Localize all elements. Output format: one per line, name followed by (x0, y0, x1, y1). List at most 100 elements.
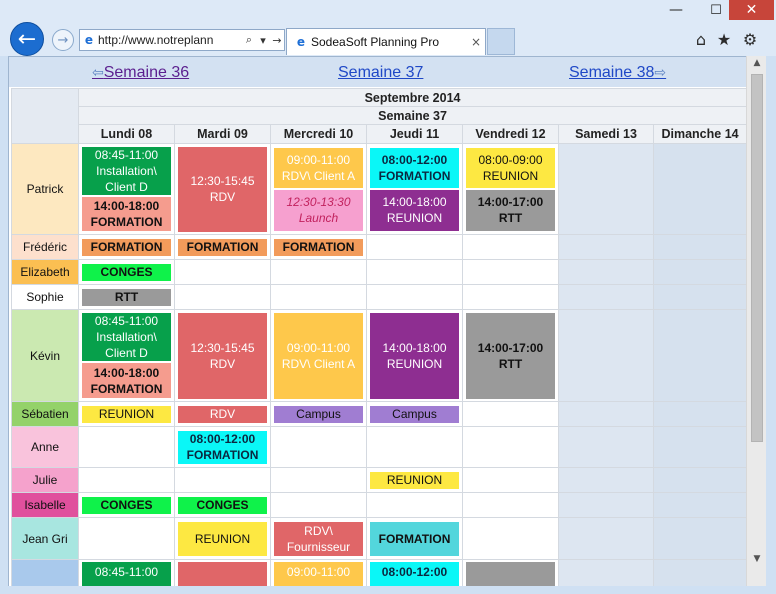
weekend-cell[interactable] (558, 234, 654, 260)
day-cell[interactable]: 08:45-11:00 Installation\ Client D 14:00-1… (78, 309, 175, 402)
event-block[interactable]: 08:45-11:00 Installation\ Client D (82, 147, 171, 195)
event-block[interactable]: 08:00-12:00 FORMATION (178, 430, 267, 464)
day-cell[interactable]: REUNION (78, 401, 175, 427)
day-cell[interactable]: RTT (78, 284, 175, 310)
close-window-button[interactable]: ✕ (729, 0, 774, 20)
event-block[interactable]: RDV (178, 405, 267, 423)
refresh-icon[interactable]: → (270, 34, 284, 47)
day-cell[interactable]: 09:00-11:00 (270, 559, 367, 586)
event-block[interactable]: FORMATION (82, 238, 171, 256)
weekend-cell[interactable] (652, 284, 746, 310)
day-cell[interactable]: 12:30-15:45 RDV (174, 309, 271, 402)
address-bar[interactable]: e http://www.notreplann ⌕ ▾ → (79, 29, 285, 51)
event-block[interactable]: 08:45-11:00 (82, 562, 171, 586)
day-cell[interactable] (78, 426, 175, 468)
event-block[interactable]: 12:30-13:30 Launch (274, 189, 363, 231)
weekend-cell[interactable] (652, 559, 746, 586)
event-block[interactable]: FORMATION (178, 238, 267, 256)
event-block[interactable]: Campus (370, 405, 459, 423)
weekend-cell[interactable] (652, 517, 746, 560)
event-block[interactable]: 14:00-17:00 RTT (466, 312, 555, 399)
event-block[interactable]: RDV\ Fournisseur (274, 521, 363, 556)
day-cell[interactable]: 14:00-17:00 RTT (462, 309, 559, 402)
event-block[interactable]: REUNION (178, 521, 267, 556)
prev-week-link[interactable]: ⇦Semaine 36 (92, 64, 189, 82)
event-block[interactable]: 08:00-12:00 (370, 562, 459, 586)
next-week-link[interactable]: Semaine 38⇨ (569, 64, 666, 82)
day-cell[interactable]: 12:30-15:45 RDV (174, 143, 271, 235)
day-cell[interactable] (78, 517, 175, 560)
day-cell[interactable] (366, 426, 463, 468)
day-cell[interactable] (462, 401, 559, 427)
day-cell[interactable]: CONGES (174, 492, 271, 518)
weekend-cell[interactable] (652, 401, 746, 427)
day-cell[interactable]: Campus (366, 401, 463, 427)
event-block[interactable]: 08:00-09:00 REUNION (466, 147, 555, 188)
weekend-cell[interactable] (558, 309, 654, 402)
browser-tab[interactable]: e SodeaSoft Planning Pro × (286, 28, 486, 55)
weekend-cell[interactable] (652, 426, 746, 468)
day-cell[interactable] (462, 284, 559, 310)
back-button[interactable]: ← (10, 22, 44, 56)
event-block[interactable]: CONGES (178, 496, 267, 514)
day-cell[interactable]: FORMATION (78, 234, 175, 260)
day-cell[interactable] (462, 259, 559, 285)
day-cell[interactable]: RDV\ Fournisseur (270, 517, 367, 560)
event-block[interactable]: REUNION (370, 471, 459, 489)
day-cell[interactable]: FORMATION (174, 234, 271, 260)
day-cell[interactable] (462, 492, 559, 518)
weekend-cell[interactable] (558, 426, 654, 468)
weekend-cell[interactable] (558, 559, 654, 586)
weekend-cell[interactable] (652, 259, 746, 285)
day-cell[interactable] (462, 426, 559, 468)
weekend-cell[interactable] (558, 401, 654, 427)
event-block[interactable]: 14:00-18:00 FORMATION (82, 197, 171, 231)
current-week-link[interactable]: Semaine 37 (338, 64, 423, 82)
event-block[interactable]: FORMATION (274, 238, 363, 256)
maximize-button[interactable]: ☐ (702, 0, 730, 20)
event-block[interactable]: FORMATION (370, 521, 459, 556)
weekend-cell[interactable] (652, 309, 746, 402)
day-cell[interactable]: 08:45-11:00 Installation\ Client D 14:00-1… (78, 143, 175, 235)
day-cell[interactable] (366, 492, 463, 518)
event-block[interactable]: 14:00-18:00 FORMATION (82, 363, 171, 398)
event-block[interactable]: 09:00-11:00 RDV\ Client A (274, 312, 363, 399)
day-cell[interactable] (462, 517, 559, 560)
day-cell[interactable] (78, 467, 175, 493)
day-cell[interactable] (174, 467, 271, 493)
weekend-cell[interactable] (558, 517, 654, 560)
home-icon[interactable]: ⌂ (691, 30, 711, 50)
address-input[interactable]: http://www.notreplann (98, 33, 242, 47)
day-cell[interactable]: CONGES (78, 259, 175, 285)
day-cell[interactable] (366, 284, 463, 310)
day-cell[interactable] (270, 467, 367, 493)
gear-icon[interactable]: ⚙ (740, 30, 760, 50)
day-cell[interactable]: RDV (174, 401, 271, 427)
event-block[interactable] (466, 562, 555, 586)
event-block[interactable]: CONGES (82, 496, 171, 514)
day-cell[interactable]: 14:00-18:00 REUNION (366, 309, 463, 402)
scroll-up-icon[interactable]: ▲ (747, 58, 767, 72)
tab-close-icon[interactable]: × (467, 35, 485, 49)
day-cell[interactable]: 08:00-09:00 REUNION 14:00-17:00 RTT (462, 143, 559, 235)
day-cell[interactable]: 08:00-12:00 FORMATION (174, 426, 271, 468)
day-cell[interactable] (270, 259, 367, 285)
weekend-cell[interactable] (558, 492, 654, 518)
day-cell[interactable]: 09:00-11:00 RDV\ Client A (270, 309, 367, 402)
day-cell[interactable] (174, 259, 271, 285)
event-block[interactable]: 14:00-18:00 REUNION (370, 312, 459, 399)
day-cell[interactable] (462, 467, 559, 493)
day-cell[interactable]: 08:45-11:00 (78, 559, 175, 586)
day-cell[interactable]: 08:00-12:00 (366, 559, 463, 586)
event-block[interactable]: CONGES (82, 263, 171, 281)
day-cell[interactable]: CONGES (78, 492, 175, 518)
day-cell[interactable] (366, 234, 463, 260)
day-cell[interactable]: Campus (270, 401, 367, 427)
weekend-cell[interactable] (652, 467, 746, 493)
event-block[interactable]: 14:00-18:00 REUNION (370, 189, 459, 231)
weekend-cell[interactable] (558, 259, 654, 285)
day-cell[interactable]: FORMATION (270, 234, 367, 260)
day-cell[interactable] (366, 259, 463, 285)
day-cell[interactable]: 08:00-12:00 FORMATION 14:00-18:00 REUNION (366, 143, 463, 235)
day-cell[interactable]: 09:00-11:00 RDV\ Client A 12:30-13:30 Laun… (270, 143, 367, 235)
